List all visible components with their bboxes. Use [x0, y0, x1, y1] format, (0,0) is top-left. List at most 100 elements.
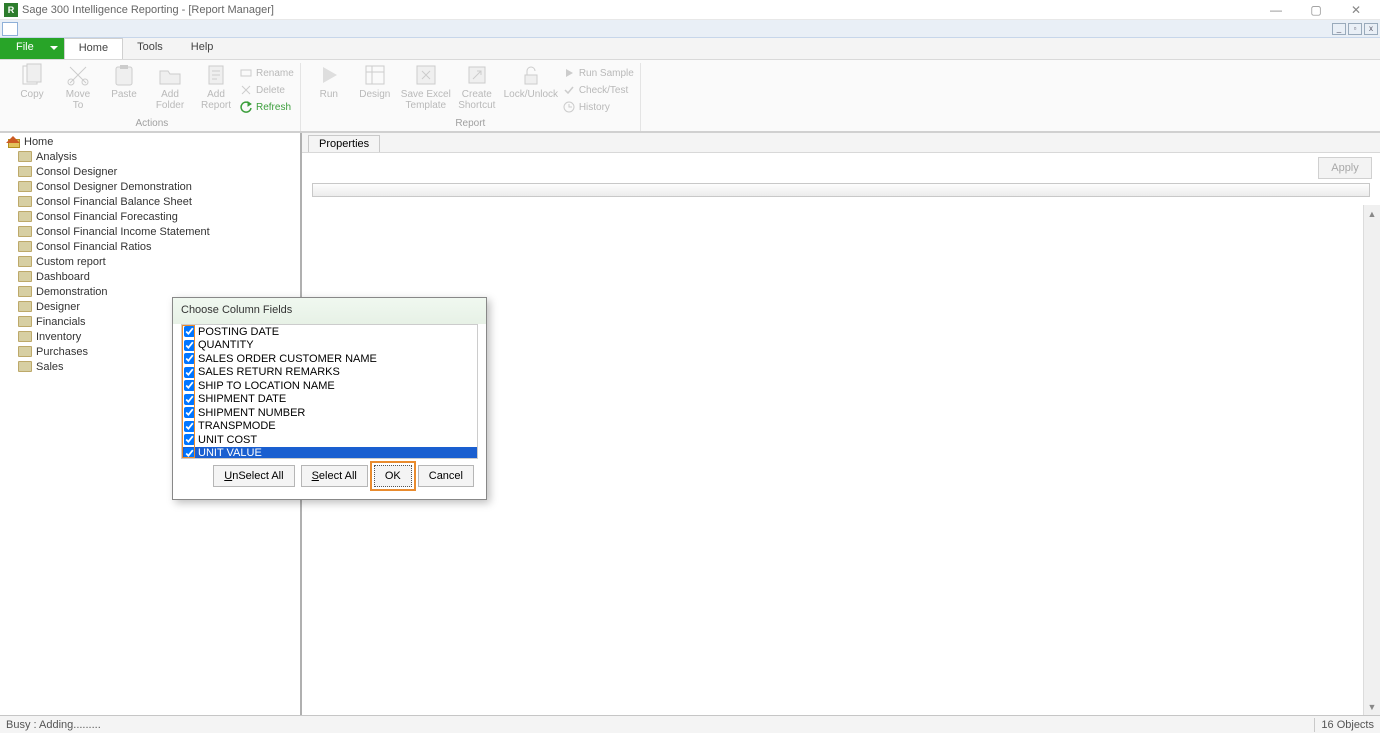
history-icon [563, 101, 575, 113]
field-checkbox[interactable] [184, 367, 195, 378]
tree-item-label: Consol Financial Ratios [36, 241, 152, 253]
tree-item-label: Designer [36, 301, 80, 313]
folder-icon [18, 301, 32, 312]
tree-item[interactable]: Consol Financial Forecasting [14, 209, 300, 224]
copy-button[interactable]: Copy [10, 63, 54, 115]
refresh-button[interactable]: Refresh [240, 99, 294, 115]
run-button[interactable]: Run [307, 63, 351, 115]
field-checkbox[interactable] [184, 448, 195, 459]
check-test-button[interactable]: Check/Test [563, 82, 634, 98]
tab-home[interactable]: Home [64, 38, 123, 59]
ok-button[interactable]: OK [374, 465, 412, 487]
app-window: R Sage 300 Intelligence Reporting - [Rep… [0, 0, 1380, 733]
field-item[interactable]: SHIPMENT DATE [182, 393, 477, 407]
field-item[interactable]: SHIP TO LOCATION NAME [182, 379, 477, 393]
tree-item[interactable]: Consol Financial Ratios [14, 239, 300, 254]
field-checkbox[interactable] [184, 353, 195, 364]
field-list[interactable]: POSTING DATEQUANTITYSALES ORDER CUSTOMER… [181, 324, 478, 459]
excel-icon [414, 63, 438, 87]
tab-help[interactable]: Help [177, 38, 228, 59]
history-button[interactable]: History [563, 99, 634, 115]
group-label-report: Report [455, 118, 485, 131]
field-item[interactable]: SALES ORDER CUSTOMER NAME [182, 352, 477, 366]
tree-item-label: Financials [36, 316, 86, 328]
scroll-track[interactable] [1364, 222, 1380, 698]
field-checkbox[interactable] [184, 394, 195, 405]
field-item[interactable]: UNIT COST [182, 433, 477, 447]
tree-item[interactable]: Consol Designer Demonstration [14, 179, 300, 194]
field-item[interactable]: UNIT VALUE [182, 447, 477, 460]
field-label: UNIT COST [198, 434, 257, 446]
field-label: TRANSPMODE [198, 420, 276, 432]
run-sample-button[interactable]: Run Sample [563, 65, 634, 81]
unselect-all-button[interactable]: UnSelect All [213, 465, 294, 487]
tree-item[interactable]: Analysis [14, 149, 300, 164]
scroll-down[interactable]: ▼ [1364, 698, 1380, 715]
field-item[interactable]: SALES RETURN REMARKS [182, 366, 477, 380]
tree-item[interactable]: Consol Designer [14, 164, 300, 179]
tree-item[interactable]: Consol Financial Balance Sheet [14, 194, 300, 209]
field-checkbox[interactable] [184, 434, 195, 445]
status-left: Busy : Adding......... [6, 719, 101, 731]
home-icon [6, 136, 20, 148]
delete-button[interactable]: Delete [240, 82, 294, 98]
folder-icon [18, 211, 32, 222]
tab-tools[interactable]: Tools [123, 38, 177, 59]
rename-button[interactable]: Rename [240, 65, 294, 81]
field-item[interactable]: TRANSPMODE [182, 420, 477, 434]
app-icon: R [4, 3, 18, 17]
paste-button[interactable]: Paste [102, 63, 146, 115]
properties-tab-row: Properties [302, 133, 1380, 153]
design-icon [363, 63, 387, 87]
group-label-actions: Actions [136, 118, 169, 131]
tree-item[interactable]: Consol Financial Income Statement [14, 224, 300, 239]
minimize-button[interactable]: — [1256, 3, 1296, 17]
title-text: Sage 300 Intelligence Reporting - [Repor… [22, 4, 274, 16]
tree-item-label: Consol Financial Forecasting [36, 211, 178, 223]
properties-tab[interactable]: Properties [308, 135, 380, 152]
field-checkbox[interactable] [184, 407, 195, 418]
dialog-title: Choose Column Fields [173, 298, 486, 324]
status-bar: Busy : Adding......... 16 Objects [0, 715, 1380, 733]
field-checkbox[interactable] [184, 340, 195, 351]
tree-item-label: Consol Designer Demonstration [36, 181, 192, 193]
folder-icon [18, 151, 32, 162]
add-folder-button[interactable]: Add Folder [148, 63, 192, 115]
create-shortcut-button[interactable]: Create Shortcut [455, 63, 499, 115]
field-checkbox[interactable] [184, 421, 195, 432]
field-label: SHIPMENT NUMBER [198, 407, 305, 419]
mdi-minimize[interactable]: _ [1332, 23, 1346, 35]
vertical-scrollbar[interactable]: ▲ ▼ [1363, 205, 1380, 715]
field-label: POSTING DATE [198, 326, 279, 338]
field-checkbox[interactable] [184, 326, 195, 337]
apply-button[interactable]: Apply [1318, 157, 1372, 179]
menu-strip: File Home Tools Help [0, 38, 1380, 60]
delete-icon [240, 84, 252, 96]
lock-unlock-button[interactable]: Lock/Unlock [501, 63, 561, 115]
tree-root[interactable]: Home [2, 134, 300, 149]
select-all-button[interactable]: Select All [301, 465, 368, 487]
field-item[interactable]: SHIPMENT NUMBER [182, 406, 477, 420]
folder-icon [18, 361, 32, 372]
save-excel-template-button[interactable]: Save Excel Template [399, 63, 453, 115]
close-button[interactable]: ✕ [1336, 3, 1376, 17]
scroll-up[interactable]: ▲ [1364, 205, 1380, 222]
field-item[interactable]: QUANTITY [182, 339, 477, 353]
design-button[interactable]: Design [353, 63, 397, 115]
play-small-icon [563, 67, 575, 79]
tree-item[interactable]: Custom report [14, 254, 300, 269]
file-menu[interactable]: File [0, 38, 64, 59]
play-icon [317, 63, 341, 87]
mdi-close[interactable]: x [1364, 23, 1378, 35]
field-item[interactable]: POSTING DATE [182, 325, 477, 339]
mdi-restore[interactable]: ▫ [1348, 23, 1362, 35]
folder-icon [18, 226, 32, 237]
tree-item-label: Dashboard [36, 271, 90, 283]
tree-item[interactable]: Dashboard [14, 269, 300, 284]
maximize-button[interactable]: ▢ [1296, 3, 1336, 17]
document-icon [2, 22, 18, 36]
add-report-button[interactable]: Add Report [194, 63, 238, 115]
cancel-button[interactable]: Cancel [418, 465, 474, 487]
move-to-button[interactable]: Move To [56, 63, 100, 115]
field-checkbox[interactable] [184, 380, 195, 391]
